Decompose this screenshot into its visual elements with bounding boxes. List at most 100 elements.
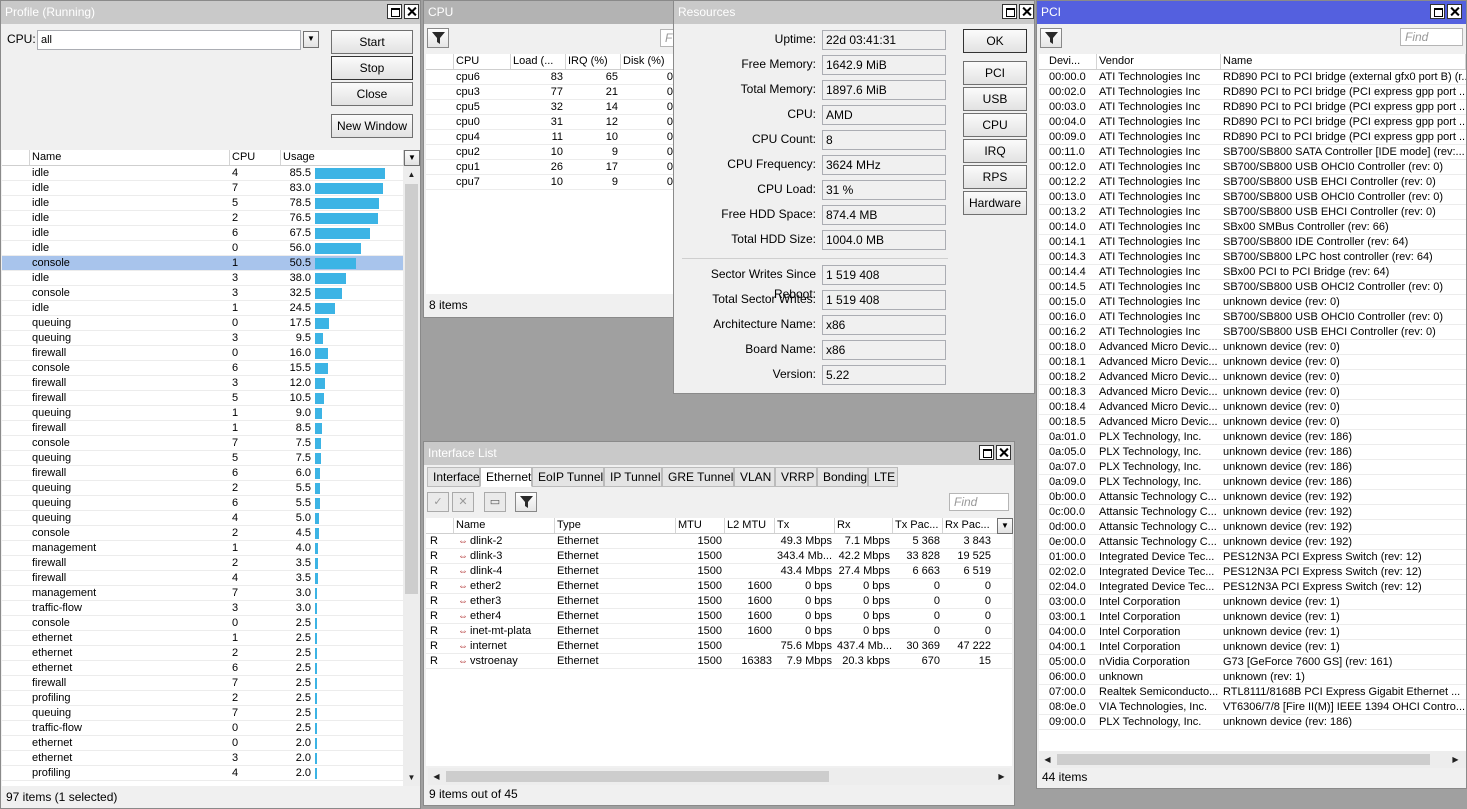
- table-row[interactable]: 00:18.4 Advanced Micro Devic... unknown de…: [1039, 400, 1466, 415]
- table-row[interactable]: queuing 7 2.5: [2, 706, 403, 721]
- table-row[interactable]: 00:18.2 Advanced Micro Devic... unknown de…: [1039, 370, 1466, 385]
- col-header-cpu[interactable]: CPU: [454, 54, 511, 69]
- table-row[interactable]: idle 6 67.5: [2, 226, 403, 241]
- table-row[interactable]: 04:00.0 Intel Corporation unknown device (…: [1039, 625, 1466, 640]
- filter-icon[interactable]: [427, 28, 449, 48]
- table-row[interactable]: ethernet 2 2.5: [2, 646, 403, 661]
- col-header-rx-packets[interactable]: Rx Pac...: [943, 518, 998, 533]
- table-row[interactable]: 00:16.2 ATI Technologies Inc SB700/SB800 U…: [1039, 325, 1466, 340]
- table-row[interactable]: 01:00.0 Integrated Device Tec... PES12N3A …: [1039, 550, 1466, 565]
- table-row[interactable]: console 1 50.5: [2, 256, 403, 271]
- table-row[interactable]: idle 1 24.5: [2, 301, 403, 316]
- resources-pci-button[interactable]: PCI: [963, 61, 1027, 85]
- table-row[interactable]: queuing 6 5.5: [2, 496, 403, 511]
- table-row[interactable]: firewall 4 3.5: [2, 571, 403, 586]
- table-row[interactable]: 0c:00.0 Attansic Technology C... unknown d…: [1039, 505, 1466, 520]
- maximize-icon[interactable]: [979, 445, 994, 460]
- table-row[interactable]: idle 2 76.5: [2, 211, 403, 226]
- table-row[interactable]: queuing 2 5.5: [2, 481, 403, 496]
- table-row[interactable]: idle 7 83.0: [2, 181, 403, 196]
- resources-irq-button[interactable]: IRQ: [963, 139, 1027, 163]
- col-header-mtu[interactable]: MTU: [676, 518, 725, 533]
- tab-ethernet[interactable]: Ethernet: [480, 467, 532, 487]
- resources-cpu-button[interactable]: CPU: [963, 113, 1027, 137]
- table-row[interactable]: console 0 2.5: [2, 616, 403, 631]
- table-row[interactable]: idle 0 56.0: [2, 241, 403, 256]
- table-row[interactable]: Rether4 Ethernet 1500 1600 0 bps 0 bps 0 0 ⇔: [426, 609, 1012, 624]
- pci-hscrollbar[interactable]: ◀ ▶: [1039, 751, 1466, 768]
- table-row[interactable]: 00:14.4 ATI Technologies Inc SBx00 PCI to …: [1039, 265, 1466, 280]
- table-row[interactable]: 00:12.2 ATI Technologies Inc SB700/SB800 U…: [1039, 175, 1466, 190]
- table-row[interactable]: idle 3 38.0: [2, 271, 403, 286]
- table-row[interactable]: cpu3 77 21 0: [426, 85, 674, 100]
- close-icon[interactable]: [404, 4, 419, 19]
- filter-icon[interactable]: [515, 492, 537, 512]
- table-row[interactable]: queuing 3 9.5: [2, 331, 403, 346]
- close-button[interactable]: Close: [331, 82, 413, 106]
- col-header-name[interactable]: Name: [30, 150, 230, 165]
- table-row[interactable]: 0e:00.0 Attansic Technology C... unknown d…: [1039, 535, 1466, 550]
- table-row[interactable]: 00:11.0 ATI Technologies Inc SB700/SB800 S…: [1039, 145, 1466, 160]
- table-row[interactable]: traffic-flow 0 2.5: [2, 721, 403, 736]
- table-row[interactable]: Rdlink-2 Ethernet 1500 49.3 Mbps 7.1 Mbps 5 3…: [426, 534, 1012, 549]
- table-row[interactable]: cpu1 26 17 0: [426, 160, 674, 175]
- table-row[interactable]: 0d:00.0 Attansic Technology C... unknown d…: [1039, 520, 1466, 535]
- table-row[interactable]: 00:13.0 ATI Technologies Inc SB700/SB800 U…: [1039, 190, 1466, 205]
- table-row[interactable]: Rether3 Ethernet 1500 1600 0 bps 0 bps 0 0 ⇔: [426, 594, 1012, 609]
- table-row[interactable]: firewall 3 12.0: [2, 376, 403, 391]
- table-row[interactable]: Rinet-mt-plata Ethernet 1500 1600 0 bps 0 bps…: [426, 624, 1012, 639]
- table-row[interactable]: 05:00.0 nVidia Corporation G73 [GeForce 76…: [1039, 655, 1466, 670]
- tab-lte[interactable]: LTE: [868, 467, 898, 487]
- table-row[interactable]: 08:0e.0 VIA Technologies, Inc. VT6306/7/8 …: [1039, 700, 1466, 715]
- table-row[interactable]: 00:18.1 Advanced Micro Devic... unknown de…: [1039, 355, 1466, 370]
- scroll-thumb[interactable]: [446, 771, 829, 782]
- table-row[interactable]: Rdlink-4 Ethernet 1500 43.4 Mbps 27.4 Mbps 6 …: [426, 564, 1012, 579]
- tab-gre-tunnel[interactable]: GRE Tunnel: [662, 467, 734, 487]
- resources-hardware-button[interactable]: Hardware: [963, 191, 1027, 215]
- table-row[interactable]: 00:03.0 ATI Technologies Inc RD890 PCI to …: [1039, 100, 1466, 115]
- table-row[interactable]: cpu6 83 65 0: [426, 70, 674, 85]
- disable-icon[interactable]: ✕: [452, 492, 474, 512]
- cpu-select[interactable]: all: [37, 30, 301, 50]
- table-row[interactable]: 00:04.0 ATI Technologies Inc RD890 PCI to …: [1039, 115, 1466, 130]
- table-row[interactable]: queuing 0 17.5: [2, 316, 403, 331]
- table-row[interactable]: firewall 1 8.5: [2, 421, 403, 436]
- enable-icon[interactable]: ✓: [427, 492, 449, 512]
- table-row[interactable]: cpu7 10 9 0: [426, 175, 674, 190]
- table-row[interactable]: profiling 4 2.0: [2, 766, 403, 781]
- scroll-down-icon[interactable]: ▼: [403, 769, 420, 786]
- cpu-dropdown-icon[interactable]: ▼: [303, 31, 319, 48]
- resources-ok-button[interactable]: OK: [963, 29, 1027, 53]
- col-header-vendor[interactable]: Vendor: [1097, 54, 1221, 69]
- table-row[interactable]: firewall 7 2.5: [2, 676, 403, 691]
- scroll-left-icon[interactable]: ◀: [1039, 751, 1056, 768]
- col-header-l2mtu[interactable]: L2 MTU: [725, 518, 775, 533]
- table-row[interactable]: firewall 6 6.0: [2, 466, 403, 481]
- col-header-tx-packets[interactable]: Tx Pac...: [893, 518, 943, 533]
- table-row[interactable]: cpu0 31 12 0: [426, 115, 674, 130]
- table-row[interactable]: 00:14.5 ATI Technologies Inc SB700/SB800 U…: [1039, 280, 1466, 295]
- table-row[interactable]: profiling 2 2.5: [2, 691, 403, 706]
- table-row[interactable]: 00:15.0 ATI Technologies Inc unknown devic…: [1039, 295, 1466, 310]
- table-row[interactable]: 0b:00.0 Attansic Technology C... unknown d…: [1039, 490, 1466, 505]
- col-header-irq[interactable]: IRQ (%): [566, 54, 621, 69]
- table-row[interactable]: firewall 2 3.5: [2, 556, 403, 571]
- table-row[interactable]: firewall 5 10.5: [2, 391, 403, 406]
- close-icon[interactable]: [1447, 4, 1462, 19]
- filter-icon[interactable]: [1040, 28, 1062, 48]
- col-header-tx[interactable]: Tx: [775, 518, 835, 533]
- table-row[interactable]: management 7 3.0: [2, 586, 403, 601]
- profile-scrollbar[interactable]: ▲ ▼: [403, 166, 420, 786]
- interface-find-input[interactable]: Find: [949, 493, 1009, 511]
- col-header-cpu[interactable]: CPU: [230, 150, 281, 165]
- stop-button[interactable]: Stop: [331, 56, 413, 80]
- table-row[interactable]: 0a:01.0 PLX Technology, Inc. unknown devic…: [1039, 430, 1466, 445]
- table-row[interactable]: ethernet 0 2.0: [2, 736, 403, 751]
- comment-icon[interactable]: ▭: [484, 492, 506, 512]
- table-row[interactable]: 02:02.0 Integrated Device Tec... PES12N3A …: [1039, 565, 1466, 580]
- table-row[interactable]: cpu4 11 10 0: [426, 130, 674, 145]
- maximize-icon[interactable]: [1002, 4, 1017, 19]
- table-row[interactable]: console 7 7.5: [2, 436, 403, 451]
- table-row[interactable]: 06:00.0 unknown unknown (rev: 1): [1039, 670, 1466, 685]
- scroll-thumb[interactable]: [405, 184, 418, 594]
